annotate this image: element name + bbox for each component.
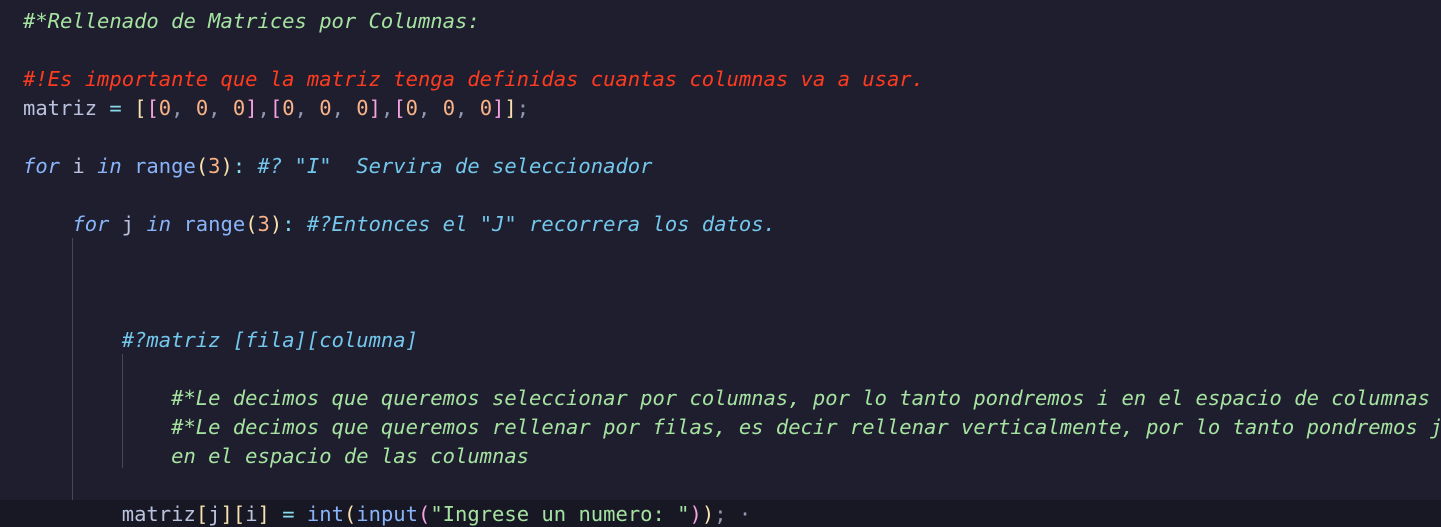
code-token: ] <box>220 502 233 526</box>
code-token: · <box>726 502 752 526</box>
code-token: , <box>171 96 196 120</box>
code-token: ) <box>689 502 702 526</box>
code-token: en el espacio de las columnas <box>171 444 530 468</box>
code-token: = <box>269 502 307 526</box>
code-token: , <box>294 96 320 120</box>
code-token: ) <box>220 154 233 178</box>
code-token: for <box>72 212 110 236</box>
code-line-current[interactable]: matriz[j][i] = int(input("Ingrese un num… <box>0 500 1441 527</box>
code-token: input <box>356 502 418 526</box>
code-token: 3 <box>208 154 221 178</box>
code-token: = <box>97 96 135 120</box>
code-token: ] <box>245 96 258 120</box>
code-line[interactable]: #?matriz [fila][columna] <box>0 326 1441 355</box>
code-line[interactable] <box>0 268 1441 297</box>
code-token: , <box>208 96 233 120</box>
code-token: j <box>208 502 221 526</box>
code-editor[interactable]: #*Rellenado de Matrices por Columnas: #!E… <box>0 0 1441 527</box>
code-token: #*Rellenado de Matrices por Columnas: <box>23 9 480 33</box>
code-token: ] <box>504 96 517 120</box>
code-token: ( <box>195 154 209 178</box>
code-token: 0 <box>405 96 418 120</box>
code-token: ) <box>701 502 715 526</box>
code-token: #*Le decimos que queremos seleccionar po… <box>171 386 1430 410</box>
code-token: 3 <box>257 212 270 236</box>
code-line[interactable]: for i in range(3): #? "I" Servira de sel… <box>0 152 1441 181</box>
code-token: ] <box>492 96 505 120</box>
code-token: #*Le decimos que queremos rellenar por f… <box>171 415 1441 439</box>
code-token: #!Es importante que la matriz tenga defi… <box>23 67 924 91</box>
code-token: 0 <box>319 96 332 120</box>
code-token: : <box>282 212 307 236</box>
code-token: [ <box>269 96 283 120</box>
code-line[interactable]: #*Le decimos que queremos seleccionar po… <box>0 384 1441 413</box>
code-token: 0 <box>232 96 246 120</box>
code-token: ( <box>343 502 357 526</box>
code-token: 0 <box>158 96 172 120</box>
code-line[interactable] <box>0 471 1441 500</box>
code-token: ( <box>245 212 258 236</box>
code-line[interactable]: en el espacio de las columnas <box>0 442 1441 471</box>
code-token: 0 <box>195 96 209 120</box>
code-token: #?matriz [fila][columna] <box>121 328 418 352</box>
code-token: [ <box>393 96 406 120</box>
code-token: , <box>380 96 394 120</box>
code-token: ] <box>368 96 381 120</box>
code-line[interactable] <box>0 297 1441 326</box>
code-line[interactable] <box>0 239 1441 268</box>
code-token: ) <box>269 212 283 236</box>
code-token: #?Entonces el "J" recorrera los datos. <box>306 212 776 236</box>
code-token: [ <box>146 96 159 120</box>
code-token: j <box>109 212 147 236</box>
code-token: , <box>257 96 270 120</box>
code-token: i <box>245 502 258 526</box>
code-token: for <box>23 154 61 178</box>
code-token: range <box>121 154 196 178</box>
code-token: 0 <box>356 96 369 120</box>
code-token: [ <box>232 502 246 526</box>
code-line[interactable]: #*Rellenado de Matrices por Columnas: <box>0 7 1441 36</box>
code-token: int <box>306 502 344 526</box>
code-token: in <box>146 212 172 236</box>
code-token: : <box>232 154 258 178</box>
code-line[interactable] <box>0 181 1441 210</box>
code-token: #? "I" Servira de seleccionador <box>257 154 653 178</box>
code-token: , <box>331 96 357 120</box>
code-line[interactable] <box>0 123 1441 152</box>
code-token: "Ingrese un numero: " <box>430 502 690 526</box>
code-token: 0 <box>479 96 493 120</box>
code-line[interactable]: matriz = [[0, 0, 0],[0, 0, 0],[0, 0, 0]]… <box>0 94 1441 123</box>
code-token: ( <box>418 502 431 526</box>
code-token: 0 <box>282 96 295 120</box>
code-line[interactable]: #*Le decimos que queremos rellenar por f… <box>0 413 1441 442</box>
code-token: 0 <box>442 96 456 120</box>
code-token: ; <box>714 502 727 526</box>
code-line[interactable]: for j in range(3): #?Entonces el "J" rec… <box>0 210 1441 239</box>
code-token: ] <box>257 502 270 526</box>
code-line[interactable] <box>0 355 1441 384</box>
code-token: matriz <box>121 502 196 526</box>
code-token: i <box>60 154 98 178</box>
code-token: [ <box>195 502 209 526</box>
code-token: in <box>97 154 122 178</box>
code-line[interactable]: #!Es importante que la matriz tenga defi… <box>0 65 1441 94</box>
code-token: matriz <box>23 96 98 120</box>
code-token: range <box>171 212 246 236</box>
code-token: , <box>418 96 443 120</box>
code-line[interactable] <box>0 36 1441 65</box>
code-token: , <box>455 96 480 120</box>
code-token: ; <box>516 96 530 120</box>
code-token: [ <box>134 96 147 120</box>
